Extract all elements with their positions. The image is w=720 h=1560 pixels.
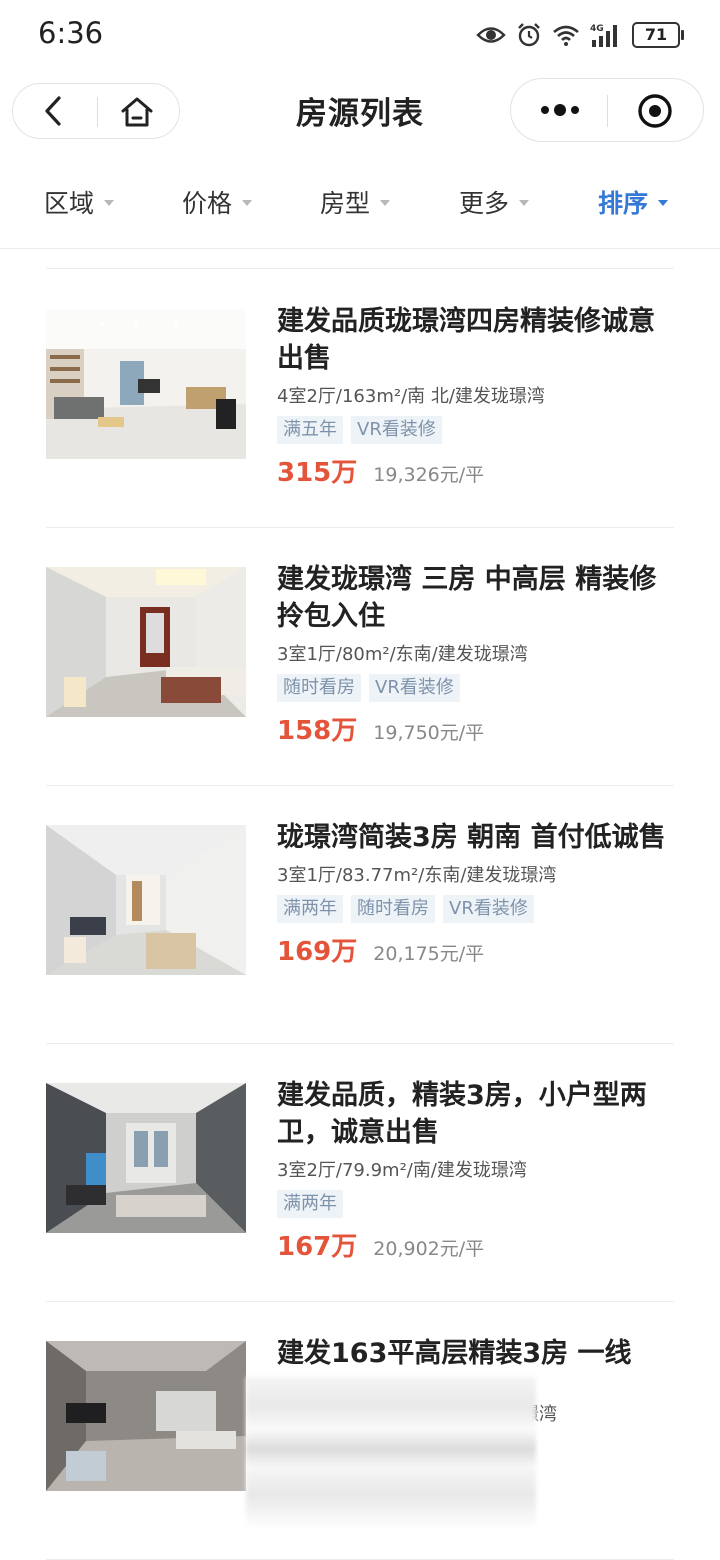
listing-unit-price: 19,750元/平 [373,722,485,744]
tag: VR看装修 [443,895,534,923]
blur-overlay [246,1377,536,1527]
filter-sort-label: 排序 [598,189,649,218]
filter-layout-label: 房型 [320,189,371,218]
nav-bar: 房源列表 [0,78,720,144]
tag: 满两年 [277,1190,343,1218]
filter-more[interactable]: 更多 [459,184,530,220]
listing-title: 珑璟湾简装3房 朝南 首付低诚售 [277,822,666,853]
listing-card[interactable]: 建发163平高层精装3房 一线 发珑璟湾 [46,1301,674,1560]
filter-sort[interactable]: 排序 [598,184,669,220]
listing-meta: 3室1厅/83.77m²/东南/建发珑璟湾 [277,865,557,886]
caret-down-icon [519,200,530,206]
signal-4g-icon: 4G [590,24,617,47]
filter-bar: 区域 价格 房型 更多 排序 [0,168,720,249]
divider [607,95,608,127]
filter-layout[interactable]: 房型 [320,184,391,220]
caret-down-icon [380,200,391,206]
caret-down-icon [658,200,669,206]
listing-unit-price: 19,326元/平 [373,464,485,486]
listing-price: 158万 [277,716,358,746]
listing-meta: 3室1厅/80m²/东南/建发珑璟湾 [277,644,528,665]
alarm-icon [518,23,540,47]
listing-info: 建发珑璟湾 三房 中高层 精装修拎包入住 3室1厅/80m²/东南/建发珑璟湾 … [277,561,672,747]
listing-card[interactable]: 珑璟湾简装3房 朝南 首付低诚售 3室1厅/83.77m²/东南/建发珑璟湾 满… [46,785,674,1044]
listing-price-row: 158万 19,750元/平 [277,710,672,747]
listing-tags: 满两年 [277,1190,672,1220]
nav-capsule-right [510,78,704,142]
tag: 随时看房 [277,674,361,702]
listing-meta: 4室2厅/163m²/南 北/建发珑璟湾 [277,386,545,407]
more-icon[interactable] [539,95,581,125]
listing-card[interactable]: 建发品质珑璟湾四房精装修诚意出售 4室2厅/163m²/南 北/建发珑璟湾 满五… [46,269,674,528]
listing-photo [46,309,246,459]
eye-icon [476,27,506,43]
listing-unit-price: 20,175元/平 [373,943,485,965]
listing-tags: 满五年 VR看装修 [277,416,672,446]
battery-icon: 71 [632,22,684,48]
listing-info: 珑璟湾简装3房 朝南 首付低诚售 3室1厅/83.77m²/东南/建发珑璟湾 满… [277,819,672,968]
wifi-icon [553,25,579,46]
listing-unit-price: 20,902元/平 [373,1238,485,1260]
listing-photo [46,1083,246,1233]
close-miniprogram-icon[interactable] [637,93,673,129]
listing-price-row: 167万 20,902元/平 [277,1226,672,1263]
listing-photo [46,825,246,975]
listing-price-row: 169万 20,175元/平 [277,931,672,968]
listing-price-row: 315万 19,326元/平 [277,452,672,489]
filter-more-label: 更多 [459,189,510,218]
tag: VR看装修 [351,416,442,444]
listing-card[interactable]: 建发珑璟湾 三房 中高层 精装修拎包入住 3室1厅/80m²/东南/建发珑璟湾 … [46,527,674,786]
listing-title: 建发品质，精装3房，小户型两卫，诚意出售 [277,1080,647,1148]
listing-card[interactable]: 建发品质，精装3房，小户型两卫，诚意出售 3室2厅/79.9m²/南/建发珑璟湾… [46,1043,674,1302]
listing-title: 建发品质珑璟湾四房精装修诚意出售 [277,306,655,374]
listing-info: 建发品质珑璟湾四房精装修诚意出售 4室2厅/163m²/南 北/建发珑璟湾 满五… [277,303,672,489]
listing-photo [46,1341,246,1491]
caret-down-icon [104,200,115,206]
tag: 满五年 [277,416,343,444]
listing-meta: 3室2厅/79.9m²/南/建发珑璟湾 [277,1160,527,1181]
listing-price: 167万 [277,1232,358,1262]
listing-tags: 满两年 随时看房 VR看装修 [277,895,672,925]
caret-down-icon [242,200,253,206]
filter-price-label: 价格 [182,189,233,218]
tag: VR看装修 [369,674,460,702]
tag: 满两年 [277,895,343,923]
status-icons: 4G 71 [476,18,684,52]
svg-text:4G: 4G [590,24,604,34]
listing-price: 169万 [277,937,358,967]
listing-title: 建发珑璟湾 三房 中高层 精装修拎包入住 [277,564,657,632]
filter-area-label: 区域 [44,189,95,218]
listing-tags: 随时看房 VR看装修 [277,674,672,704]
listing-title: 建发163平高层精装3房 一线 [277,1338,632,1369]
tag: 随时看房 [351,895,435,923]
listing-photo [46,567,246,717]
listing-info: 建发品质，精装3房，小户型两卫，诚意出售 3室2厅/79.9m²/南/建发珑璟湾… [277,1077,672,1263]
filter-price[interactable]: 价格 [182,184,253,220]
filter-area[interactable]: 区域 [44,184,115,220]
status-bar: 6:36 4G 71 [0,0,720,70]
listing-price: 315万 [277,458,358,488]
status-time: 6:36 [38,16,104,50]
